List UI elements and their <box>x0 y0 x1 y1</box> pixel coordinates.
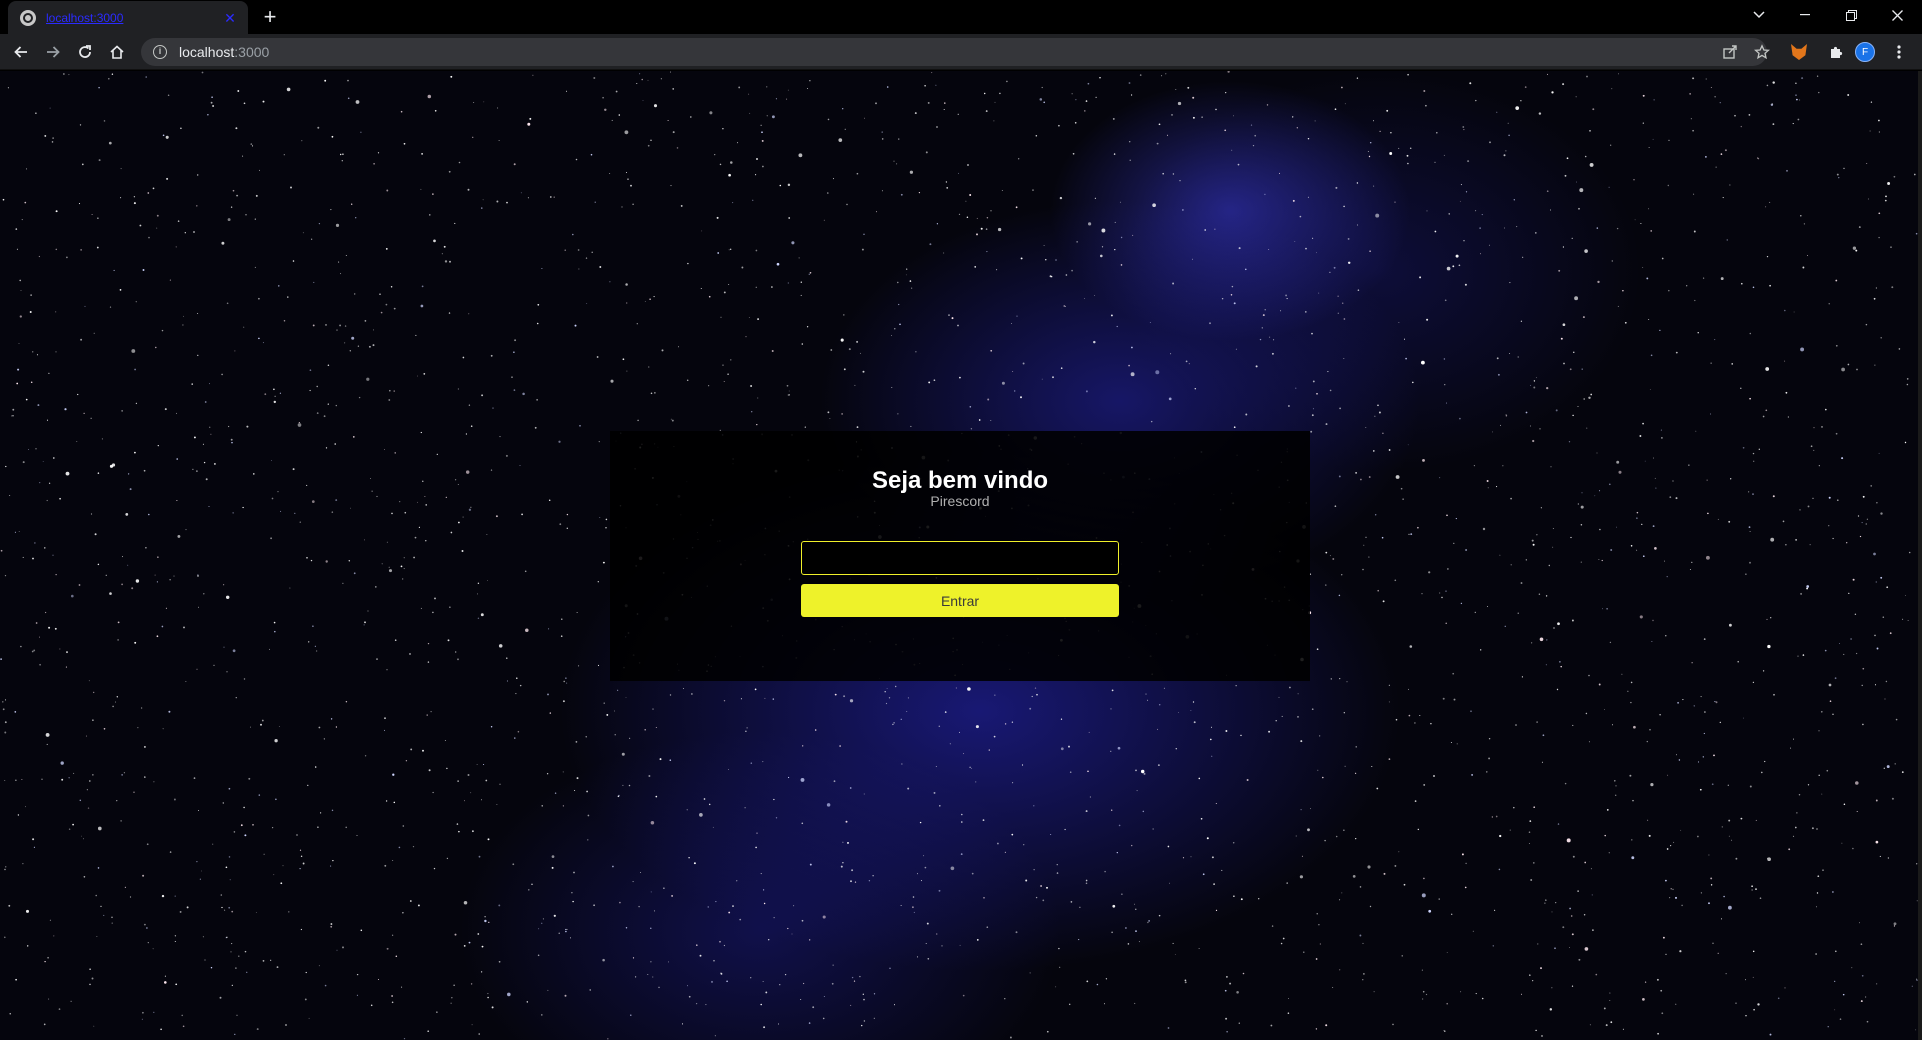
url-port: :3000 <box>234 44 270 60</box>
address-bar[interactable]: i localhost:3000 <box>141 38 1767 66</box>
globe-icon <box>20 9 36 26</box>
login-panel: Seja bem vindo Pirescord Entrar <box>610 431 1310 681</box>
welcome-title: Seja bem vindo <box>871 467 1049 494</box>
restore-window-button[interactable] <box>1828 0 1874 30</box>
back-button[interactable] <box>8 39 34 65</box>
url-host: localhost <box>179 44 235 60</box>
tab-close-icon[interactable]: ✕ <box>222 10 238 26</box>
minimize-window-button[interactable] <box>1782 0 1828 30</box>
reload-icon <box>79 45 91 58</box>
extensions-puzzle-icon[interactable] <box>1823 39 1849 65</box>
kebab-menu-icon[interactable] <box>1886 39 1912 65</box>
forward-button[interactable] <box>40 39 66 65</box>
browser-tab-strip: localhost:3000 ✕ + <box>0 0 1922 34</box>
enter-button[interactable]: Entrar <box>801 584 1119 617</box>
page-viewport: Seja bem vindo Pirescord Entrar <box>0 71 1922 1040</box>
browser-toolbar: i localhost:3000 F <box>0 34 1922 70</box>
tab-search-icon[interactable] <box>1736 0 1782 30</box>
metamask-fox-icon[interactable] <box>1791 44 1807 60</box>
home-button[interactable] <box>104 39 130 65</box>
browser-tab-active[interactable]: localhost:3000 ✕ <box>8 1 248 34</box>
info-icon[interactable]: i <box>153 45 167 59</box>
address-url: localhost:3000 <box>179 44 269 60</box>
bookmark-star-icon[interactable] <box>1749 39 1775 65</box>
page-scrollbar[interactable] <box>1918 71 1922 1040</box>
share-icon[interactable] <box>1717 39 1743 65</box>
tab-title: localhost:3000 <box>46 10 124 25</box>
arrow-left-icon <box>14 46 27 58</box>
reload-button[interactable] <box>72 39 98 65</box>
username-input[interactable] <box>801 541 1119 575</box>
close-window-button[interactable] <box>1874 0 1920 30</box>
new-tab-button[interactable]: + <box>258 6 282 30</box>
app-name-subtitle: Pirescord <box>930 493 990 509</box>
arrow-right-icon <box>47 46 60 58</box>
home-icon <box>110 45 124 59</box>
profile-avatar[interactable]: F <box>1855 42 1875 62</box>
